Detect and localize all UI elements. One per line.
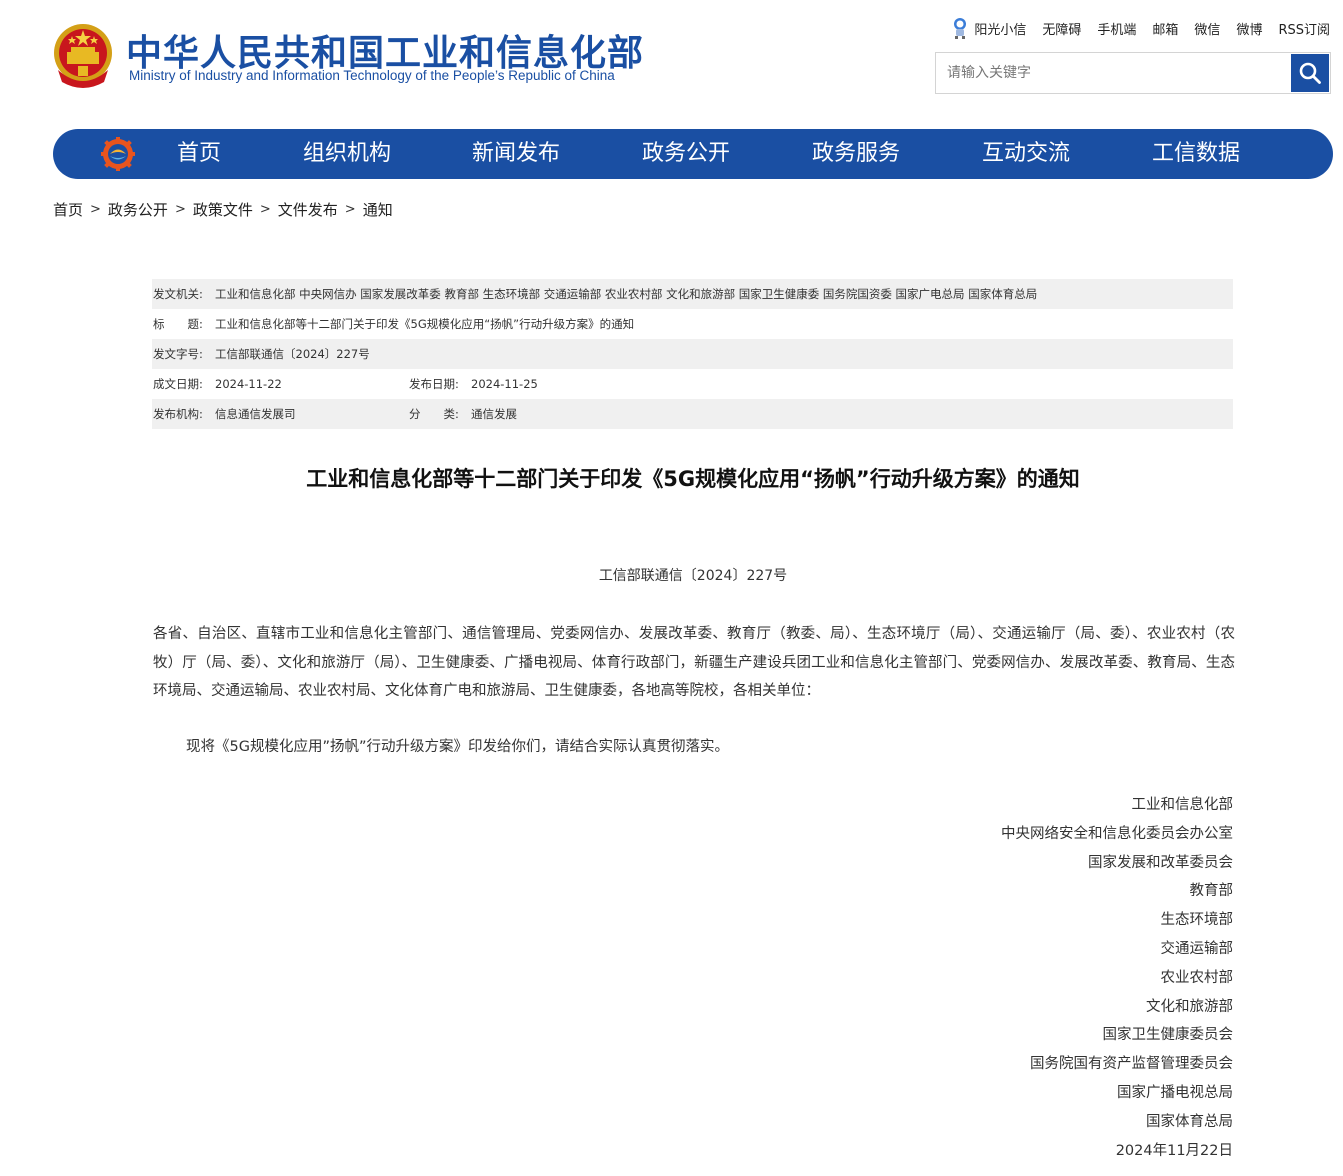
nav-home[interactable]: 首页 — [177, 129, 221, 179]
breadcrumb-item[interactable]: 政务公开 — [108, 199, 168, 220]
meta-title: 工业和信息化部等十二部门关于印发《5G规模化应用“扬帆”行动升级方案》的通知 — [215, 317, 635, 331]
ministry-logo-icon[interactable] — [101, 137, 135, 171]
meta-row-docno: 发文字号: 工信部联通信〔2024〕227号 — [152, 339, 1233, 369]
signer: 交通运输部 — [1160, 940, 1234, 957]
meta-row-title: 标 题: 工业和信息化部等十二部门关于印发《5G规模化应用“扬帆”行动升级方案》… — [152, 309, 1233, 339]
signer: 中央网络安全和信息化委员会办公室 — [1001, 825, 1233, 842]
meta-label: 发文字号: — [153, 347, 203, 361]
nav-government-affairs[interactable]: 政务公开 — [642, 129, 730, 179]
meta-pubdate: 2024-11-25 — [471, 377, 538, 391]
chevron-right-icon: > — [344, 202, 356, 217]
search-input[interactable] — [936, 53, 1290, 93]
document-number: 工信部联通信〔2024〕227号 — [598, 568, 788, 584]
meta-issuer: 工业和信息化部 中央网信办 国家发展改革委 教育部 生态环境部 交通运输部 农业… — [215, 287, 1038, 301]
signer: 国家广播电视总局 — [1117, 1084, 1233, 1101]
toplink-rss[interactable]: RSS订阅 — [1278, 19, 1330, 38]
signer: 农业农村部 — [1160, 969, 1234, 986]
meta-label: 发布机构: — [153, 407, 203, 421]
meta-label: 成文日期: — [153, 377, 203, 391]
signer: 生态环境部 — [1160, 912, 1234, 929]
breadcrumb: 首页 > 政务公开 > 政策文件 > 文件发布 > 通知 — [53, 199, 393, 220]
toplink-mobile[interactable]: 手机端 — [1097, 19, 1136, 38]
chevron-right-icon: > — [90, 202, 101, 217]
body-paragraph: 现将《5G规模化应用”扬帆”行动升级方案》印发给你们，请结合实际认真贯彻落实。 — [186, 739, 729, 755]
article-title: 工业和信息化部等十二部门关于印发《5G规模化应用“扬帆”行动升级方案》的通知 — [306, 467, 1080, 491]
toplink-sunshine[interactable]: 阳光小信 — [950, 17, 1026, 39]
nav-news[interactable]: 新闻发布 — [472, 129, 560, 179]
breadcrumb-item[interactable]: 首页 — [53, 199, 83, 220]
meta-date: 2024-11-22 — [215, 377, 282, 391]
nav-interaction[interactable]: 互动交流 — [982, 129, 1070, 179]
meta-docno: 工信部联通信〔2024〕227号 — [215, 347, 370, 361]
breadcrumb-item[interactable]: 政策文件 — [193, 199, 253, 220]
breadcrumb-item[interactable]: 文件发布 — [278, 199, 338, 220]
document-metadata: 发文机关: 工业和信息化部 中央网信办 国家发展改革委 教育部 生态环境部 交通… — [152, 279, 1233, 429]
toplink-weibo[interactable]: 微博 — [1236, 19, 1262, 38]
mascot-icon — [954, 18, 967, 39]
signer: 教育部 — [1189, 883, 1234, 900]
signer: 国务院国有资产监督管理委员会 — [1030, 1056, 1233, 1073]
addressees-paragraph: 各省、自治区、直辖市工业和信息化主管部门、通信管理局、党委网信办、发展改革委、教… — [153, 626, 1235, 699]
breadcrumb-item[interactable]: 通知 — [363, 199, 393, 220]
toplink-mail[interactable]: 邮箱 — [1152, 19, 1178, 38]
nav-data[interactable]: 工信数据 — [1152, 129, 1240, 179]
top-links: 阳光小信 无障碍 手机端 邮箱 微信 微博 RSS订阅 — [950, 17, 1330, 39]
site-header: 中华人民共和国工业和信息化部 Ministry of Industry and … — [0, 0, 1343, 120]
signers-block: 工业和信息化部 中央网络安全和信息化委员会办公室 国家发展和改革委员会 教育部 … — [1001, 791, 1233, 1165]
toplink-label: 阳光小信 — [974, 22, 1027, 38]
search-icon — [1299, 62, 1321, 84]
chevron-right-icon: > — [174, 202, 186, 217]
signer: 国家体育总局 — [1146, 1113, 1233, 1130]
search-box — [935, 52, 1331, 94]
nav-services[interactable]: 政务服务 — [812, 129, 900, 179]
signing-date: 2024年11月22日 — [1115, 1142, 1233, 1159]
site-subtitle: Ministry of Industry and Information Tec… — [129, 68, 615, 83]
chevron-right-icon: > — [259, 202, 271, 217]
toplink-accessibility[interactable]: 无障碍 — [1042, 19, 1081, 38]
main-nav: 首页 组织机构 新闻发布 政务公开 政务服务 互动交流 工信数据 — [53, 129, 1333, 179]
nav-organization[interactable]: 组织机构 — [303, 129, 391, 179]
meta-label: 分 类: — [409, 407, 459, 421]
toplink-wechat[interactable]: 微信 — [1194, 19, 1220, 38]
signer: 文化和旅游部 — [1146, 998, 1233, 1015]
meta-row-dates: 成文日期: 2024-11-22 发布日期: 2024-11-25 — [152, 369, 1233, 399]
signer: 工业和信息化部 — [1131, 797, 1234, 813]
meta-org: 信息通信发展司 — [215, 407, 296, 421]
meta-row-issuer: 发文机关: 工业和信息化部 中央网信办 国家发展改革委 教育部 生态环境部 交通… — [152, 279, 1233, 309]
meta-label: 标 题: — [153, 317, 203, 331]
meta-label: 发布日期: — [409, 377, 459, 391]
meta-category: 通信发展 — [471, 407, 517, 421]
meta-label: 发文机关: — [153, 287, 203, 301]
national-emblem-icon[interactable] — [52, 22, 114, 88]
signer: 国家卫生健康委员会 — [1102, 1027, 1234, 1044]
search-button[interactable] — [1291, 54, 1329, 92]
meta-row-org: 发布机构: 信息通信发展司 分 类: 通信发展 — [152, 399, 1233, 429]
signer: 国家发展和改革委员会 — [1088, 854, 1233, 871]
